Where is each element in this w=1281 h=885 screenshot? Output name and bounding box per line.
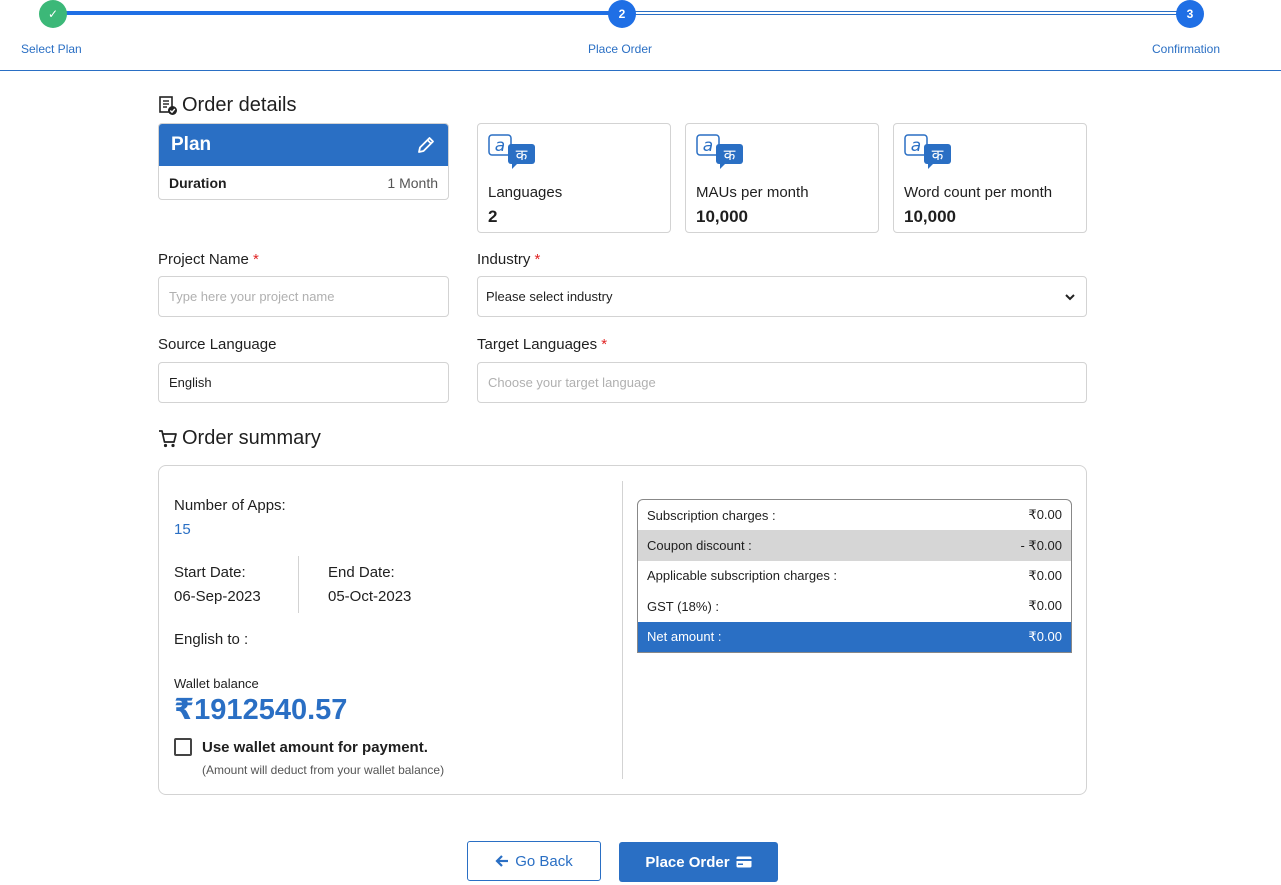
order-summary-title: Order summary — [182, 427, 321, 449]
charges-table: Subscription charges : ₹0.00 Coupon disco… — [637, 499, 1072, 653]
wallet-balance-label: Wallet balance — [174, 676, 259, 691]
receipt-check-icon — [159, 95, 177, 115]
wallet-balance-amount: ₹1912540.57 — [174, 694, 348, 726]
translation-logo-icon: a क — [696, 134, 746, 170]
place-order-button[interactable]: Place Order — [619, 842, 778, 882]
languages-card: a क Languages 2 — [477, 123, 671, 233]
languages-value: 2 — [488, 207, 498, 226]
summary-divider — [622, 481, 623, 779]
start-date-value: 06-Sep-2023 — [174, 588, 261, 605]
charge-row-subscription: Subscription charges : ₹0.00 — [647, 507, 1062, 523]
target-languages-placeholder: Choose your target language — [488, 375, 656, 390]
cart-icon — [159, 429, 177, 447]
use-wallet-label[interactable]: Use wallet amount for payment. — [202, 739, 428, 756]
plan-header: Plan — [159, 124, 448, 166]
use-wallet-note: (Amount will deduct from your wallet bal… — [202, 763, 445, 777]
target-languages-label: Target Languages * — [477, 336, 608, 353]
industry-select[interactable]: Please select industry — [477, 276, 1087, 317]
arrow-left-icon — [495, 855, 509, 867]
stepper-remaining-line — [622, 11, 1190, 15]
order-summary-heading: Order summary — [158, 427, 321, 450]
word-count-value: 10,000 — [904, 207, 956, 226]
languages-label: Languages — [488, 184, 563, 201]
order-details-title: Order details — [182, 94, 297, 116]
translation-logo-icon: a क — [904, 134, 954, 170]
source-language-value: English — [169, 375, 212, 390]
step-1-label[interactable]: Select Plan — [21, 42, 82, 56]
duration-label: Duration — [169, 175, 227, 191]
go-back-label: Go Back — [515, 852, 573, 870]
word-count-card: a क Word count per month 10,000 — [893, 123, 1087, 233]
go-back-button[interactable]: Go Back — [467, 841, 601, 881]
translation-logo-icon: a क — [488, 134, 538, 170]
source-language-label: Source Language — [158, 336, 277, 353]
stepper-progress-line — [53, 11, 622, 15]
apps-value: 15 — [174, 521, 191, 538]
credit-card-icon — [736, 856, 752, 868]
industry-select-value: Please select industry — [486, 289, 613, 304]
svg-text:a: a — [495, 136, 505, 156]
use-wallet-checkbox[interactable] — [174, 738, 192, 756]
svg-text:a: a — [703, 136, 713, 156]
charge-row-net-amount: Net amount : ₹0.00 — [638, 621, 1071, 652]
place-order-label: Place Order — [645, 853, 730, 871]
project-name-placeholder: Type here your project name — [169, 289, 335, 304]
project-name-input[interactable]: Type here your project name — [158, 276, 449, 317]
maus-card: a क MAUs per month 10,000 — [685, 123, 879, 233]
step-3-label[interactable]: Confirmation — [1152, 42, 1220, 56]
plan-card: Plan Duration 1 Month — [158, 123, 449, 200]
maus-value: 10,000 — [696, 207, 748, 226]
end-date-label: End Date: — [328, 564, 395, 581]
project-name-label: Project Name * — [158, 251, 259, 268]
svg-text:a: a — [911, 136, 921, 156]
order-details-heading: Order details — [158, 94, 297, 117]
progress-stepper: ✓ 2 3 Select Plan Place Order Confirmati… — [0, 0, 1281, 71]
charge-row-applicable: Applicable subscription charges : ₹0.00 — [647, 567, 1062, 584]
step-3-badge: 3 — [1176, 0, 1204, 28]
charge-row-gst: GST (18%) : ₹0.00 — [647, 598, 1062, 614]
industry-label: Industry * — [477, 251, 541, 268]
start-date-label: Start Date: — [174, 564, 246, 581]
charge-row-coupon: Coupon discount :- ₹0.00 — [638, 530, 1071, 561]
svg-text:क: क — [724, 146, 736, 164]
svg-text:क: क — [932, 146, 944, 164]
english-to-label: English to : — [174, 631, 249, 648]
plan-title: Plan — [171, 134, 212, 155]
chevron-down-icon — [1065, 293, 1075, 300]
target-languages-input[interactable]: Choose your target language — [477, 362, 1087, 403]
svg-text:क: क — [516, 146, 528, 164]
end-date-value: 05-Oct-2023 — [328, 588, 412, 605]
edit-pencil-icon[interactable] — [416, 135, 436, 155]
plan-duration-row: Duration 1 Month — [159, 166, 448, 199]
source-language-input[interactable]: English — [158, 362, 449, 403]
word-count-label: Word count per month — [904, 184, 1053, 201]
step-1-check-icon: ✓ — [39, 0, 67, 28]
duration-value: 1 Month — [387, 175, 438, 191]
step-2-label[interactable]: Place Order — [588, 42, 652, 56]
apps-label: Number of Apps: — [174, 497, 286, 514]
date-divider — [298, 556, 299, 613]
maus-label: MAUs per month — [696, 184, 809, 201]
step-2-badge: 2 — [608, 0, 636, 28]
